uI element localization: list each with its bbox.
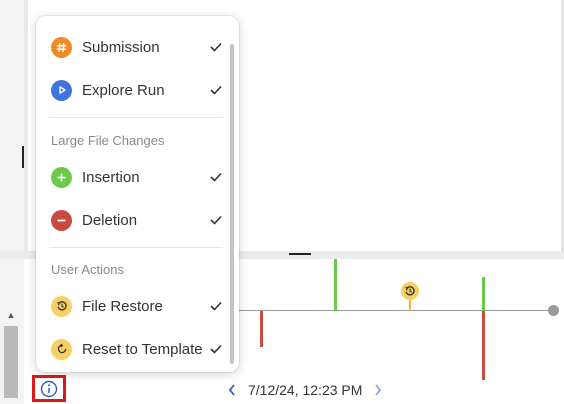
scrollbar-thumb[interactable] (4, 326, 18, 398)
check-icon (209, 170, 223, 184)
text-cursor (22, 146, 24, 168)
date-navigator: 7/12/24, 12:23 PM (226, 380, 384, 400)
scroll-up-icon[interactable]: ▲ (4, 308, 18, 322)
menu-separator (49, 117, 223, 118)
plus-icon (51, 166, 72, 188)
menu-item-label: Reset to Template (82, 340, 203, 358)
section-label-user-actions: User Actions (51, 262, 124, 277)
menu-item-deletion[interactable]: Deletion (51, 208, 223, 232)
menu-separator (49, 247, 223, 248)
chevron-right-icon (375, 384, 382, 396)
info-icon (40, 380, 58, 397)
history-icon (51, 295, 72, 317)
timeline-date: 7/12/24, 12:23 PM (248, 382, 363, 398)
menu-item-insertion[interactable]: Insertion (51, 165, 223, 189)
drag-handle[interactable] (289, 253, 311, 255)
timeline-axis (237, 310, 553, 311)
menu-item-submission[interactable]: Submission (51, 35, 223, 59)
check-icon (209, 83, 223, 97)
menu-scrollbar[interactable] (230, 44, 234, 364)
chevron-left-icon (228, 384, 235, 396)
check-icon (209, 213, 223, 227)
check-icon (209, 342, 223, 356)
history-icon (405, 286, 415, 296)
menu-item-label: Submission (82, 38, 160, 56)
check-icon (209, 299, 223, 313)
info-button[interactable] (32, 375, 66, 402)
reset-icon (51, 338, 72, 360)
insertion-marker[interactable] (482, 277, 485, 311)
section-label-large-file-changes: Large File Changes (51, 133, 165, 148)
menu-item-label: Explore Run (82, 81, 165, 99)
hash-icon (51, 36, 72, 58)
timeline-end-dot (548, 305, 559, 316)
next-date-button[interactable] (372, 381, 384, 399)
menu-item-explore-run[interactable]: Explore Run (51, 78, 223, 102)
menu-item-reset-to-template[interactable]: Reset to Template (51, 337, 223, 361)
restore-marker-stem (409, 299, 411, 311)
play-icon (51, 79, 72, 101)
event-filter-menu: Submission Explore Run Large File Change… (36, 16, 239, 372)
panel-divider[interactable] (24, 0, 28, 254)
menu-item-label: Deletion (82, 211, 138, 229)
prev-date-button[interactable] (226, 381, 238, 399)
insertion-marker[interactable] (334, 259, 337, 311)
menu-item-label: File Restore (82, 297, 163, 315)
check-icon (209, 40, 223, 54)
minus-icon (51, 209, 72, 231)
menu-item-file-restore[interactable]: File Restore (51, 294, 223, 318)
file-restore-marker[interactable] (401, 282, 419, 300)
deletion-marker[interactable] (260, 311, 263, 347)
menu-item-label: Insertion (82, 168, 140, 186)
deletion-marker[interactable] (482, 311, 485, 380)
